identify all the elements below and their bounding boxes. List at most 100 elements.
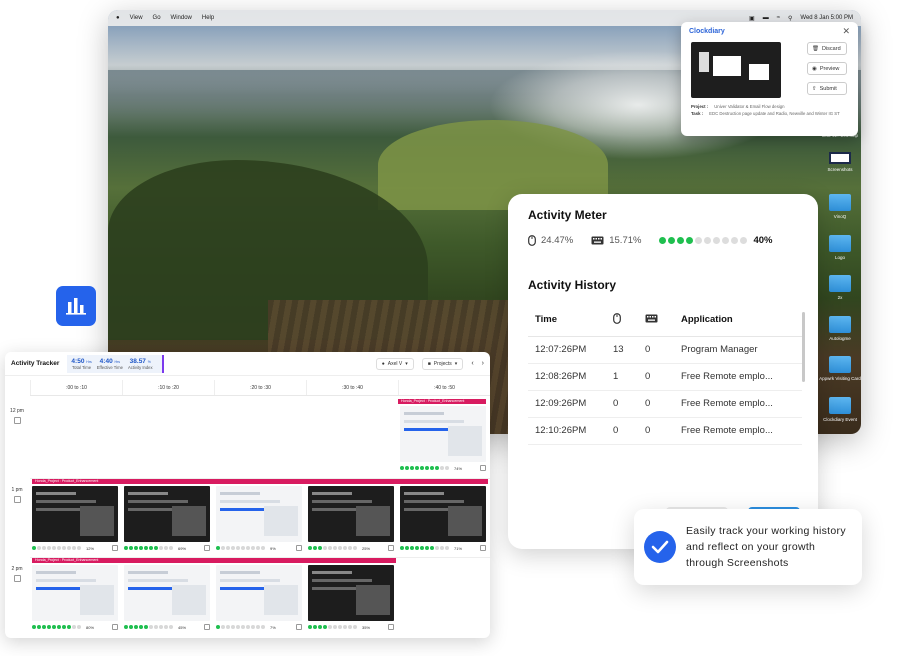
tracker-controls: ● Axel V ▾ ■ Projects ▾ ‹ › xyxy=(375,357,484,370)
status-icon[interactable]: ▣ xyxy=(749,15,755,22)
thumbnail-content xyxy=(220,571,260,574)
row-time: 12:09:26PM xyxy=(528,390,606,418)
screenshot-checkbox[interactable] xyxy=(480,545,486,551)
table-row[interactable]: 12:08:26PM 1 0 Free Remote emplo... xyxy=(528,363,802,391)
activity-dot xyxy=(328,625,332,629)
chevron-left-icon[interactable]: ‹ xyxy=(471,360,473,367)
screenshot-thumbnail[interactable] xyxy=(216,486,302,542)
screenshot-checkbox[interactable] xyxy=(296,545,302,551)
activity-dot xyxy=(241,625,245,629)
menu-view[interactable]: View xyxy=(130,15,143,21)
menu-go[interactable]: Go xyxy=(153,15,161,21)
screenshot-preview[interactable] xyxy=(691,42,781,98)
folder-icon xyxy=(829,194,851,211)
screenshot-thumbnail[interactable] xyxy=(216,565,302,621)
project-bar[interactable]: Honda_Project : Product_Enhancement xyxy=(398,399,486,404)
screenshot-thumbnail[interactable] xyxy=(32,486,118,542)
screenshot-thumbnail[interactable] xyxy=(400,486,486,542)
screenshot-activity-meter: 25% xyxy=(308,545,370,551)
activity-level-dot xyxy=(740,237,748,244)
tracker-title: Activity Tracker xyxy=(11,360,60,367)
activity-dot xyxy=(440,466,444,470)
thumbnail-content xyxy=(404,420,464,423)
row-checkbox[interactable] xyxy=(13,575,21,582)
desktop-folder-2x[interactable]: 2x xyxy=(818,275,861,300)
menu-window[interactable]: Window xyxy=(171,15,192,21)
activity-dot xyxy=(32,625,36,629)
total-time: 4:50 Hrs Total Time xyxy=(71,358,91,370)
scrollbar[interactable] xyxy=(802,312,805,382)
screenshot-activity-percent: 9% xyxy=(270,545,276,551)
activity-dot xyxy=(400,466,404,470)
project-bar[interactable]: Honda_Project : Product_Enhancement xyxy=(32,558,396,563)
screenshot-thumbnail[interactable] xyxy=(32,565,118,621)
activity-dot xyxy=(216,546,220,550)
desktop-folder-logo[interactable]: Logo xyxy=(818,235,861,260)
activity-dot xyxy=(139,546,143,550)
activity-dot xyxy=(62,625,66,629)
battery-icon[interactable]: ▬ xyxy=(763,15,769,21)
screenshot-checkbox[interactable] xyxy=(204,545,210,551)
menu-help[interactable]: Help xyxy=(202,15,214,21)
screenshot-checkbox[interactable] xyxy=(388,624,394,630)
table-row[interactable]: 12:07:26PM 13 0 Program Manager xyxy=(528,336,802,364)
screenshot-thumbnail[interactable] xyxy=(308,486,394,542)
activity-dot xyxy=(425,466,429,470)
effective-time: 4:40 Hrs Effective Time xyxy=(97,358,123,370)
mouse-icon xyxy=(528,235,536,246)
screenshot-checkbox[interactable] xyxy=(112,545,118,551)
row-time: 12:08:26PM xyxy=(528,363,606,391)
screenshot-checkbox[interactable] xyxy=(204,624,210,630)
projects-select[interactable]: ■ Projects ▾ xyxy=(421,357,464,370)
screenshot-checkbox[interactable] xyxy=(388,545,394,551)
thumbnail-content xyxy=(36,508,86,511)
screenshot-thumbnail[interactable] xyxy=(124,565,210,621)
mouse-icon xyxy=(613,312,621,324)
activity-dot xyxy=(328,546,332,550)
activity-dot xyxy=(149,546,153,550)
effective-time-label: Effective Time xyxy=(96,364,123,370)
thumbnail-content xyxy=(36,579,96,582)
project-bar[interactable]: Honda_Project : Product_Enhancement xyxy=(32,479,488,484)
screenshot-thumbnail[interactable] xyxy=(308,565,394,621)
activity-dot xyxy=(236,546,240,550)
submit-button[interactable]: ⇧ Submit xyxy=(807,82,847,95)
column-application: Application xyxy=(674,304,802,337)
row-checkbox[interactable] xyxy=(13,496,21,503)
close-icon[interactable]: ✕ xyxy=(842,26,850,37)
desktop-folder-clockdiary-event[interactable]: Clockdiary Event xyxy=(818,397,861,422)
menubar-clock[interactable]: Wed 8 Jan 5:00 PM xyxy=(800,15,853,21)
discard-button[interactable]: 🗑 Discard xyxy=(807,42,847,55)
screenshot-thumbnail[interactable] xyxy=(400,406,486,462)
activity-index-value: 38.57 xyxy=(129,357,146,365)
folder-icon xyxy=(829,397,851,414)
user-select[interactable]: ● Axel V ▾ xyxy=(375,357,414,370)
chevron-right-icon[interactable]: › xyxy=(482,360,484,367)
activity-dot xyxy=(42,546,46,550)
thumbnail-content xyxy=(220,492,260,495)
screenshot-checkbox[interactable] xyxy=(112,624,118,630)
apple-menu-icon[interactable]: ● xyxy=(116,15,120,21)
bar-chart-icon[interactable] xyxy=(56,286,96,326)
desktop-folder-vinoq[interactable]: VinoQ xyxy=(818,194,861,219)
row-checkbox[interactable] xyxy=(13,417,21,424)
screenshot-checkbox[interactable] xyxy=(480,465,486,471)
total-time-label: Total Time xyxy=(72,364,92,370)
search-icon[interactable]: ⚲ xyxy=(788,15,792,22)
desktop-folder-screenshots[interactable]: Screenshots xyxy=(818,152,861,172)
activity-dot xyxy=(415,546,419,550)
preview-button[interactable]: ◉ Preview xyxy=(807,62,847,75)
screenshot-thumbnail[interactable] xyxy=(124,486,210,542)
table-row[interactable]: 12:10:26PM 0 0 Free Remote emplo... xyxy=(528,417,802,445)
activity-dot xyxy=(129,625,133,629)
activity-dot xyxy=(216,625,220,629)
activity-dot xyxy=(246,546,250,550)
wifi-icon[interactable]: ≈ xyxy=(777,15,780,21)
desktop-folder-label: Appwrk Visiting Card xyxy=(819,376,861,381)
desktop-folder-visiting-card[interactable]: Appwrk Visiting Card xyxy=(818,356,861,381)
table-row[interactable]: 12:09:26PM 0 0 Free Remote emplo... xyxy=(528,390,802,418)
desktop-folder-autologme[interactable]: Autologme xyxy=(818,316,861,341)
check-circle-icon xyxy=(644,531,676,563)
screenshot-checkbox[interactable] xyxy=(296,624,302,630)
activity-dot xyxy=(226,546,230,550)
